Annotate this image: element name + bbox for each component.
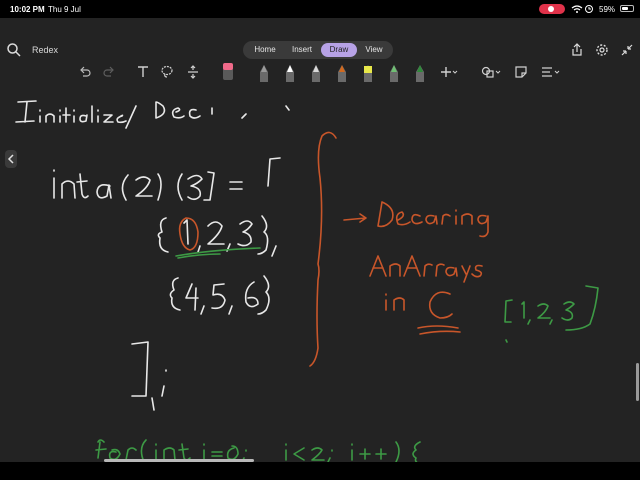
status-time: 10:02 PM (10, 5, 45, 14)
tab-draw[interactable]: Draw (321, 43, 357, 57)
sticky-note-icon[interactable] (514, 65, 528, 79)
eraser-icon[interactable] (221, 62, 235, 82)
app-window: Redex Home Insert Draw View (0, 18, 640, 462)
undo-icon[interactable] (78, 65, 92, 79)
ink-to-shape-icon[interactable] (540, 65, 562, 79)
tab-home[interactable]: Home (247, 43, 283, 57)
note-canvas[interactable] (0, 80, 640, 462)
back-chevron-icon (7, 154, 14, 164)
home-indicator[interactable] (104, 459, 254, 462)
tab-insert[interactable]: Insert (283, 43, 321, 57)
collapse-icon[interactable] (620, 43, 634, 57)
status-bar: 10:02 PM Thu 9 Jul 59% (0, 0, 640, 18)
battery-fill (622, 7, 628, 10)
lasso-icon[interactable] (160, 65, 174, 79)
battery-icon (620, 5, 634, 12)
top-toolbar: Redex Home Insert Draw View (0, 18, 640, 82)
add-icon[interactable] (440, 65, 458, 79)
document-title[interactable]: Redex (32, 45, 58, 55)
share-icon[interactable] (570, 43, 584, 57)
battery-percent: 59% (599, 5, 616, 14)
record-dot-icon (548, 6, 554, 12)
search-icon[interactable] (6, 42, 22, 58)
wifi-icon (571, 5, 593, 13)
tab-view[interactable]: View (357, 43, 391, 57)
insert-space-icon[interactable] (186, 65, 200, 79)
settings-icon[interactable] (595, 43, 609, 57)
vertical-scrollbar[interactable] (636, 363, 639, 401)
ink-layer (15, 100, 599, 462)
shapes-icon[interactable] (481, 65, 501, 79)
status-date: Thu 9 Jul (48, 5, 81, 14)
screen: 10:02 PM Thu 9 Jul 59% Redex Home Insert… (0, 0, 640, 480)
ribbon-tabs: Home Insert Draw View (243, 41, 393, 59)
green-ink-strokes (95, 247, 599, 462)
screen-recording-indicator[interactable] (539, 4, 565, 14)
text-icon[interactable] (136, 65, 150, 79)
redo-icon[interactable] (102, 65, 116, 79)
back-button[interactable] (5, 150, 17, 168)
white-ink-strokes (15, 100, 290, 411)
